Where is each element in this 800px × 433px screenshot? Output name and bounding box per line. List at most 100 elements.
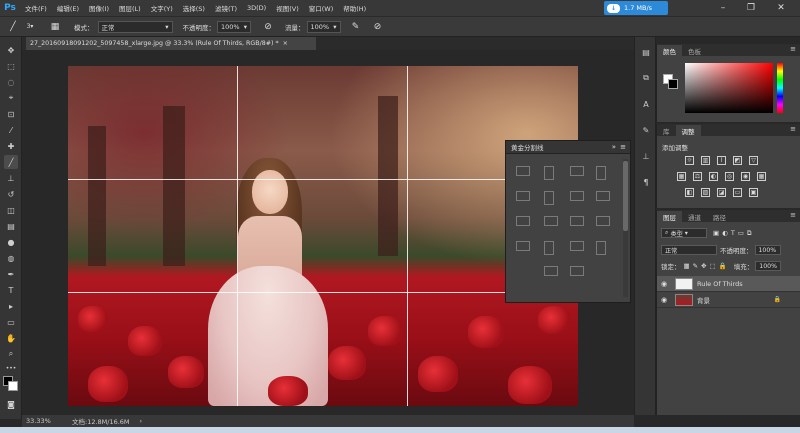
shape-tool-icon[interactable]: ▭ — [4, 315, 18, 329]
properties-panel-icon[interactable]: ⧉ — [639, 71, 653, 85]
restore-icon[interactable]: ❐ — [740, 1, 762, 15]
hue-saturation-icon[interactable]: ▦ — [677, 172, 686, 181]
channel-mixer-icon[interactable]: ◉ — [741, 172, 750, 181]
layer-opacity-input[interactable]: 100% — [754, 245, 781, 255]
quick-select-tool-icon[interactable]: ⌖ — [4, 91, 18, 105]
eye-icon[interactable]: ◉ — [657, 296, 671, 304]
tab-channels[interactable]: 通道 — [682, 211, 707, 222]
menu-file[interactable]: 文件(F) — [20, 3, 52, 13]
posterize-icon[interactable]: ▨ — [701, 188, 710, 197]
marquee-tool-icon[interactable]: ⬚ — [4, 59, 18, 73]
composition-preset-thumbnail[interactable] — [516, 166, 530, 176]
color-lookup-icon[interactable]: ▦ — [757, 172, 766, 181]
composition-preset-thumbnail[interactable] — [570, 216, 584, 226]
eraser-tool-icon[interactable]: ◫ — [4, 203, 18, 217]
color-picker-field[interactable] — [685, 63, 773, 113]
panel-scrollbar[interactable] — [623, 159, 628, 297]
exposure-icon[interactable]: ◩ — [733, 156, 742, 165]
history-panel-icon[interactable]: ▤ — [639, 45, 653, 59]
lock-icons[interactable]: ▦✎✥⬚🔒 — [684, 262, 730, 270]
tab-layers[interactable]: 图层 — [657, 211, 682, 222]
composition-preset-thumbnail[interactable] — [544, 191, 554, 205]
color-balance-icon[interactable]: ⚖ — [693, 172, 702, 181]
tab-swatches[interactable]: 色板 — [682, 45, 707, 56]
menu-select[interactable]: 选择(S) — [178, 3, 210, 13]
menu-image[interactable]: 图像(I) — [84, 3, 114, 13]
path-select-tool-icon[interactable]: ▸ — [4, 299, 18, 313]
history-brush-tool-icon[interactable]: ↺ — [4, 187, 18, 201]
panel-menu-icon[interactable]: ≡ — [790, 211, 796, 219]
fill-input[interactable]: 100% — [755, 261, 782, 271]
background-color-swatch[interactable] — [8, 381, 18, 391]
menu-edit[interactable]: 编辑(E) — [52, 3, 84, 13]
layer-name[interactable]: 背景 — [697, 295, 710, 305]
composition-preset-thumbnail[interactable] — [596, 166, 606, 180]
composition-preset-thumbnail[interactable] — [570, 191, 584, 201]
pressure-opacity-icon[interactable]: ⊘ — [261, 20, 275, 34]
minimize-icon[interactable]: – — [712, 1, 734, 15]
airbrush-icon[interactable]: ✎ — [349, 20, 363, 34]
lasso-tool-icon[interactable]: ◌ — [4, 75, 18, 89]
selective-color-icon[interactable]: ▣ — [749, 188, 758, 197]
pen-tool-icon[interactable]: ✒ — [4, 267, 18, 281]
pressure-size-icon[interactable]: ⊘ — [371, 20, 385, 34]
tab-paths[interactable]: 路径 — [707, 211, 732, 222]
composition-preset-thumbnail[interactable] — [596, 216, 610, 226]
tab-color[interactable]: 颜色 — [657, 45, 682, 56]
more-tools-icon[interactable]: ••• — [4, 361, 18, 375]
levels-icon[interactable]: ▥ — [701, 156, 710, 165]
composition-preset-thumbnail[interactable] — [570, 266, 584, 276]
eyedropper-tool-icon[interactable]: ⁄ — [4, 123, 18, 137]
brush-tool-icon[interactable]: ╱ — [6, 20, 20, 34]
blur-tool-icon[interactable]: ● — [4, 235, 18, 249]
gradient-tool-icon[interactable]: ▤ — [4, 219, 18, 233]
dodge-tool-icon[interactable]: ◍ — [4, 251, 18, 265]
flow-input[interactable]: 100% ▾ — [306, 20, 341, 33]
brush-preset-picker[interactable]: 3 ▾ — [20, 20, 40, 34]
menu-3d[interactable]: 3D(D) — [242, 4, 271, 12]
type-tool-icon[interactable]: T — [4, 283, 18, 297]
layer-filter-select[interactable]: ⌕ 类型 ▾ — [661, 228, 707, 238]
opacity-input[interactable]: 100% ▾ — [217, 20, 251, 33]
brush-tool-icon[interactable]: ╱ — [4, 155, 18, 169]
photo-canvas[interactable] — [68, 66, 578, 406]
composition-preset-thumbnail[interactable] — [544, 216, 558, 226]
clone-source-icon[interactable]: ⊥ — [639, 149, 653, 163]
quick-mask-icon[interactable]: ◙ — [4, 397, 18, 411]
menu-view[interactable]: 视图(V) — [271, 3, 304, 13]
golden-ratio-panel-header[interactable]: 黄金分割线 » ≡ — [506, 141, 630, 154]
eye-icon[interactable]: ◉ — [657, 280, 671, 288]
menu-type[interactable]: 文字(Y) — [146, 3, 178, 13]
layer-row[interactable]: ◉ Rule Of Thirds — [657, 276, 800, 292]
composition-preset-thumbnail[interactable] — [596, 191, 610, 201]
composition-preset-thumbnail[interactable] — [516, 241, 530, 251]
character-panel-icon[interactable]: A — [639, 97, 653, 111]
paragraph-panel-icon[interactable]: ¶ — [639, 175, 653, 189]
photo-filter-icon[interactable]: ◎ — [725, 172, 734, 181]
menu-filter[interactable]: 滤镜(T) — [210, 3, 242, 13]
mode-select[interactable]: 正常 ▾ — [97, 20, 173, 33]
composition-preset-thumbnail[interactable] — [570, 241, 584, 251]
composition-preset-thumbnail[interactable] — [516, 191, 530, 201]
healing-brush-tool-icon[interactable]: ✚ — [4, 139, 18, 153]
crop-tool-icon[interactable]: ⊡ — [4, 107, 18, 121]
curves-icon[interactable]: ⌇ — [717, 156, 726, 165]
hue-slider[interactable] — [777, 63, 783, 113]
blend-mode-select[interactable]: 正常 — [661, 245, 717, 255]
layer-row[interactable]: ◉ 背景 🔒 — [657, 292, 800, 308]
close-tab-icon[interactable]: × — [283, 40, 288, 47]
composition-preset-thumbnail[interactable] — [544, 166, 554, 180]
menu-help[interactable]: 帮助(H) — [338, 3, 371, 13]
close-icon[interactable]: ✕ — [770, 1, 792, 15]
brightness-contrast-icon[interactable]: ☼ — [685, 156, 694, 165]
background-color-swatch[interactable] — [668, 79, 678, 89]
status-expand-icon[interactable]: › — [140, 417, 143, 425]
move-tool-icon[interactable]: ✥ — [4, 43, 18, 57]
tab-adjustments[interactable]: 调整 — [675, 125, 701, 136]
brush-panel-icon[interactable]: ▦ — [48, 20, 62, 34]
gradient-map-icon[interactable]: ▭ — [733, 188, 742, 197]
composition-preset-thumbnail[interactable] — [544, 241, 554, 255]
brush-settings-icon[interactable]: ✎ — [639, 123, 653, 137]
scrollbar-thumb[interactable] — [623, 161, 628, 231]
composition-preset-thumbnail[interactable] — [516, 216, 530, 226]
